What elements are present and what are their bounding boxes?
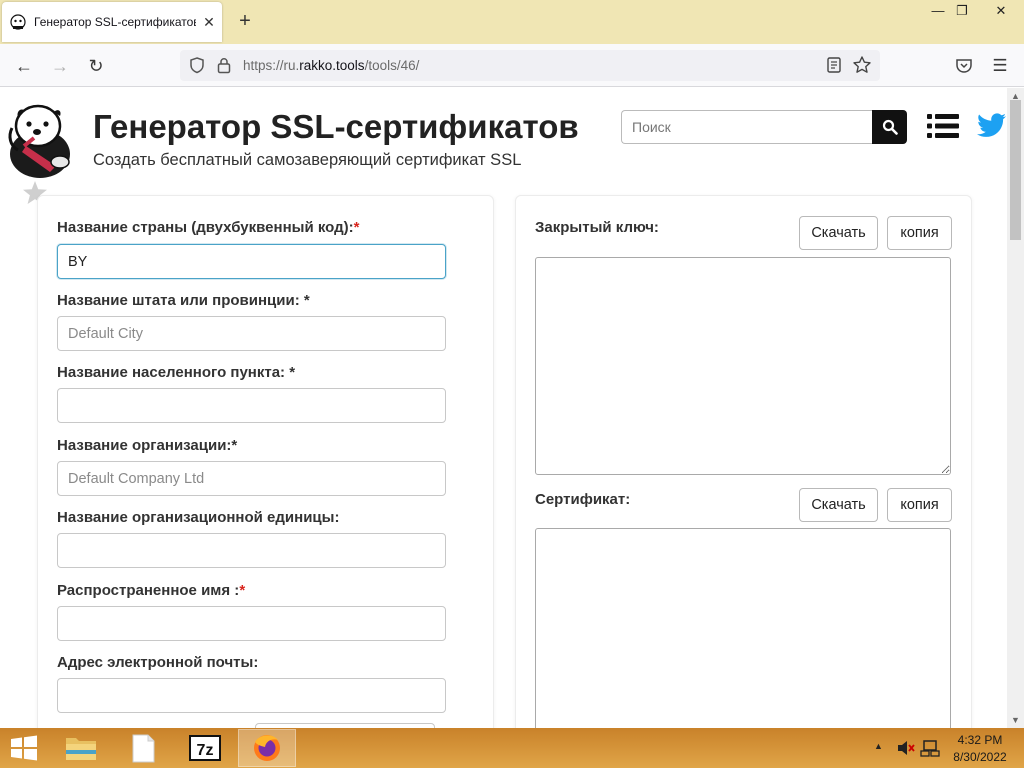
search-button[interactable] [872,110,907,144]
show-hidden-icons-icon[interactable]: ▲ [874,741,883,751]
required-mark: * [353,219,360,236]
pocket-icon[interactable] [955,57,973,74]
reload-button[interactable]: ↻ [82,52,110,80]
file-explorer-icon [66,738,96,760]
bookmark-star-icon[interactable] [852,55,872,75]
browser-navigation-bar: ← → ↻ https://ru.rakko.tools/tools/46/ ☰ [0,44,1024,87]
scrollbar-thumb[interactable] [1010,100,1021,240]
url-host: rakko.tools [299,58,365,73]
close-window-button[interactable]: ✕ [984,0,1018,22]
url-text[interactable]: https://ru.rakko.tools/tools/46/ [243,58,419,73]
app-menu-icon[interactable]: ☰ [986,52,1014,80]
page-content: Генератор SSL-сертификатов Создать беспл… [0,88,1007,728]
tab-title: Генератор SSL-сертификатов | [34,15,196,29]
tracking-protection-shield-icon[interactable] [188,56,206,74]
browser-tab-strip: Генератор SSL-сертификатов | ✕ + — ❐ ✕ [0,0,1024,44]
url-path: /tools/46/ [364,58,420,73]
state-input[interactable] [57,316,446,351]
organization-input[interactable] [57,461,446,496]
reader-view-icon[interactable] [826,56,842,74]
common-name-label: Распространенное имя :* [57,582,245,599]
country-label: Название страны (двухбуквенный код):* [57,219,359,236]
taskbar-clock-time[interactable]: 4:32 PM [944,733,1016,747]
email-label: Адрес электронной почты: [57,654,259,671]
search-icon [882,119,898,135]
firefox-icon [254,735,280,761]
volume-muted-icon[interactable] [896,739,916,757]
certificate-form-card: Название страны (двухбуквенный код):* На… [37,195,494,728]
taskbar-firefox[interactable] [238,729,296,767]
url-scheme: https://ru. [243,58,300,73]
certificate-label: Сертификат: [535,491,631,508]
private-key-label: Закрытый ключ: [535,219,659,236]
search-input[interactable] [621,110,873,144]
copy-private-key-button[interactable]: копия [887,216,952,250]
rakko-favicon-icon [10,14,26,30]
common-name-label-text: Распространенное имя : [57,582,240,599]
page-title: Генератор SSL-сертификатов [93,108,579,145]
new-tab-button[interactable]: + [234,10,256,32]
output-card: Закрытый ключ: Скачать копия Сертификат:… [515,195,972,728]
address-bar[interactable]: https://ru.rakko.tools/tools/46/ [180,50,880,81]
forward-button[interactable]: → [46,52,74,80]
locality-label: Название населенного пункта: * [57,364,296,381]
lock-icon[interactable] [216,57,232,74]
windows-taskbar: 7z ▲ 4:32 PM 8/30/2022 [0,728,1024,768]
state-label: Название штата или провинции: * [57,292,310,309]
country-input[interactable] [57,244,446,279]
private-key-textarea[interactable] [535,257,951,475]
organizational-unit-label: Название организационной единицы: [57,509,340,526]
organization-label: Название организации:* [57,437,238,454]
svg-text:7z: 7z [197,742,214,759]
windows-start-icon[interactable] [8,734,40,762]
organizational-unit-input[interactable] [57,533,446,568]
taskbar-clock-date[interactable]: 8/30/2022 [944,750,1016,764]
taskbar-file-explorer[interactable] [52,729,110,767]
page-subtitle: Создать бесплатный самозаверяющий сертиф… [93,151,522,169]
locality-input[interactable] [57,388,446,423]
close-tab-icon[interactable]: ✕ [200,13,218,31]
restore-window-button[interactable]: ❐ [945,0,979,22]
scroll-down-arrow-icon[interactable]: ▼ [1007,712,1024,728]
email-input[interactable] [57,678,446,713]
7zip-icon: 7z [189,735,221,761]
browser-tab[interactable]: Генератор SSL-сертификатов | ✕ [2,2,222,42]
copy-certificate-button[interactable]: копия [887,488,952,522]
back-button[interactable]: ← [10,52,38,80]
common-name-input[interactable] [57,606,446,641]
document-icon [132,734,155,763]
taskbar-document[interactable] [114,729,172,767]
rakko-otter-logo [8,104,70,178]
menu-list-icon[interactable] [927,112,959,140]
certificate-textarea[interactable] [535,528,951,728]
taskbar-7zip[interactable]: 7z [176,729,234,767]
country-label-text: Название страны (двухбуквенный код): [57,219,354,236]
download-certificate-button[interactable]: Скачать [799,488,878,522]
required-mark: * [239,582,246,599]
network-icon[interactable] [920,739,940,757]
twitter-icon[interactable] [977,113,1007,139]
page-scrollbar[interactable]: ▲ ▼ [1007,88,1024,728]
download-private-key-button[interactable]: Скачать [799,216,878,250]
